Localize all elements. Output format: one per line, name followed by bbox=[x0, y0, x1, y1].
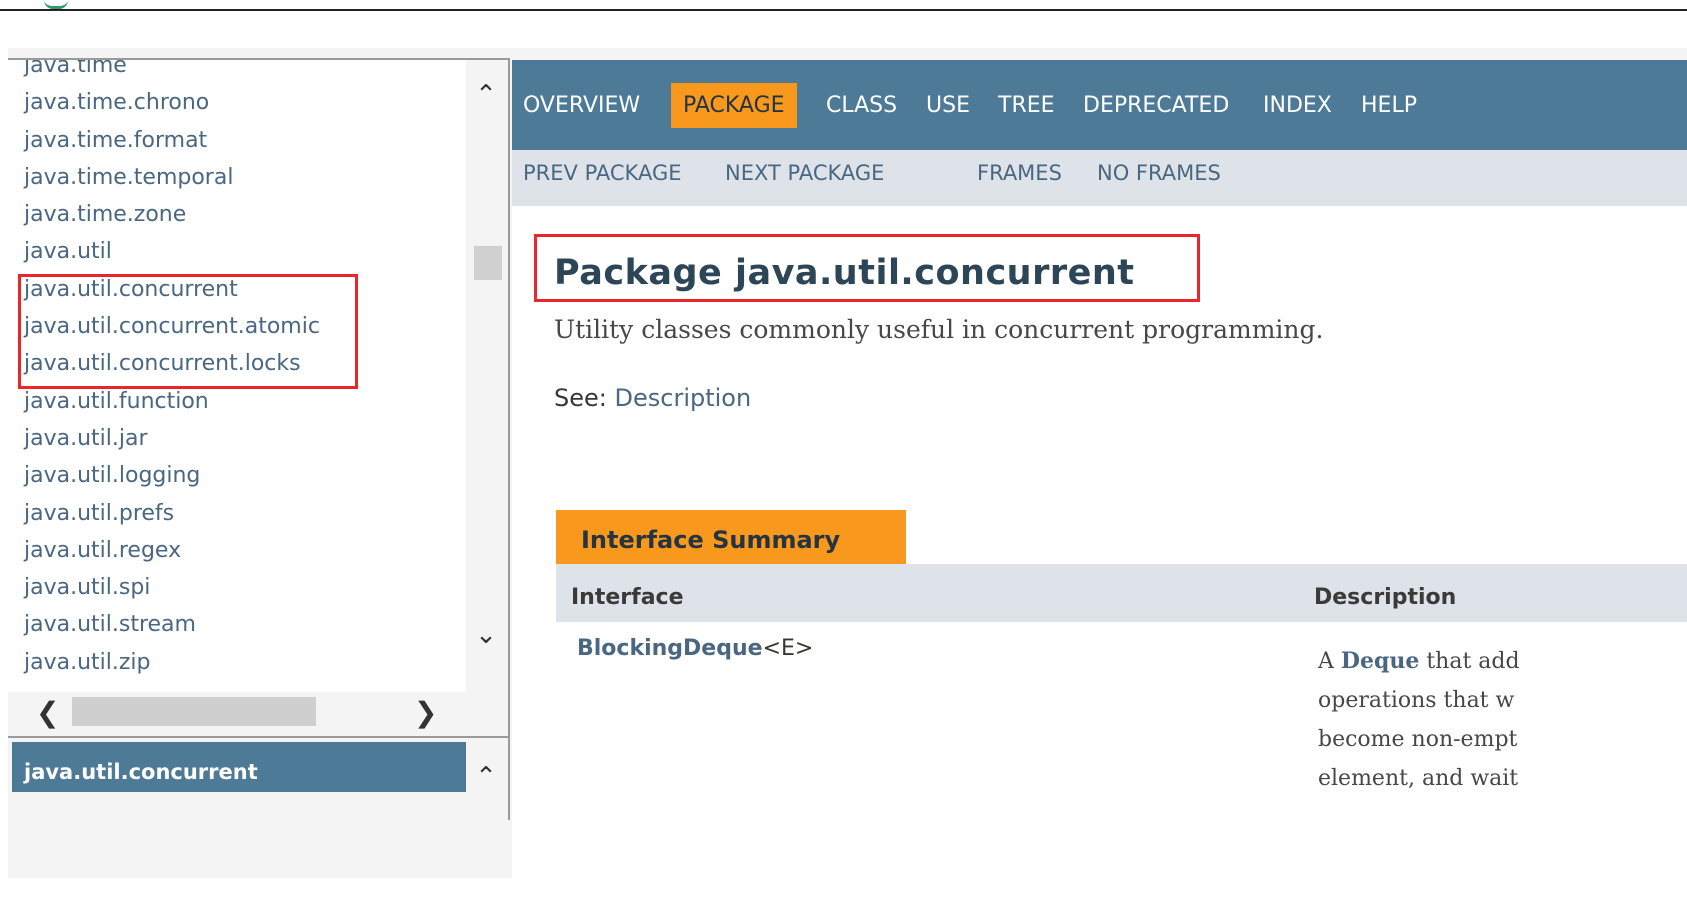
sub-navbar: PREV PACKAGE NEXT PACKAGE FRAMES NO FRAM… bbox=[512, 150, 1687, 206]
horizontal-scroll-thumb[interactable] bbox=[72, 697, 316, 726]
package-list-item[interactable]: java.time.format bbox=[24, 122, 320, 159]
next-package-link[interactable]: NEXT PACKAGE bbox=[725, 150, 884, 206]
interface-cell: BlockingDeque<E> bbox=[577, 636, 813, 661]
nav-overview[interactable]: OVERVIEW bbox=[523, 83, 640, 128]
concurrent-packages-highlight bbox=[18, 274, 358, 389]
package-list-item[interactable]: java.time bbox=[24, 60, 320, 84]
nav-index[interactable]: INDEX bbox=[1263, 83, 1332, 128]
package-list-item[interactable]: java.time.temporal bbox=[24, 159, 320, 196]
package-list-item[interactable]: java.util.regex bbox=[24, 532, 320, 569]
package-list-item[interactable]: java.util.zip bbox=[24, 644, 320, 681]
top-navbar: OVERVIEW PACKAGE CLASS USE TREE DEPRECAT… bbox=[512, 60, 1687, 150]
frames-link[interactable]: FRAMES bbox=[977, 150, 1062, 206]
package-list-viewport[interactable]: java.time java.time.chrono java.time.forma… bbox=[8, 60, 466, 692]
vertical-scrollbar[interactable]: ⌃ ⌄ bbox=[466, 60, 506, 692]
content-frame: OVERVIEW PACKAGE CLASS USE TREE DEPRECAT… bbox=[512, 60, 1687, 878]
javadoc-window: java.time java.time.chrono java.time.forma… bbox=[8, 48, 1687, 878]
package-list-item[interactable]: java.util.stream bbox=[24, 606, 320, 643]
chevron-down-icon[interactable]: ⌄ bbox=[466, 620, 506, 650]
nav-package[interactable]: PACKAGE bbox=[671, 83, 797, 128]
nav-tree[interactable]: TREE bbox=[998, 83, 1055, 128]
prev-package-link[interactable]: PREV PACKAGE bbox=[523, 150, 681, 206]
nav-help[interactable]: HELP bbox=[1361, 83, 1417, 128]
chevron-right-icon[interactable]: ❯ bbox=[414, 696, 437, 729]
chevron-left-icon[interactable]: ❮ bbox=[36, 696, 59, 729]
blockingdeque-link[interactable]: BlockingDeque bbox=[577, 636, 763, 661]
nav-class[interactable]: CLASS bbox=[826, 83, 897, 128]
package-list-item[interactable]: java.util bbox=[24, 233, 320, 270]
description-line: A Deque that add bbox=[1318, 648, 1520, 674]
package-list-item[interactable]: java.util.prefs bbox=[24, 495, 320, 532]
deque-link[interactable]: Deque bbox=[1341, 648, 1419, 674]
interface-summary-tab: Interface Summary bbox=[556, 510, 906, 564]
current-package-header[interactable]: java.util.concurrent bbox=[12, 742, 466, 792]
description-link[interactable]: Description bbox=[615, 384, 752, 412]
vertical-scroll-thumb[interactable] bbox=[474, 246, 502, 280]
package-list-item[interactable]: java.time.zone bbox=[24, 196, 320, 233]
table-row: BlockingDeque<E> A Deque that add operati… bbox=[556, 622, 1687, 862]
package-list-frame: java.time java.time.chrono java.time.forma… bbox=[8, 58, 510, 820]
nav-use[interactable]: USE bbox=[926, 83, 970, 128]
description-cell: A Deque that add operations that w become … bbox=[1318, 642, 1520, 798]
see-label: See: bbox=[554, 384, 607, 412]
table-header: Interface Description bbox=[556, 564, 1687, 622]
horizontal-scrollbar[interactable]: ❮ ❯ bbox=[8, 692, 466, 736]
type-parameter: <E> bbox=[762, 636, 814, 661]
interface-summary-table: Interface Description BlockingDeque<E> A… bbox=[556, 564, 1687, 862]
top-divider bbox=[0, 0, 1687, 11]
package-list-item[interactable]: java.util.spi bbox=[24, 569, 320, 606]
description-line: become non-empt bbox=[1318, 727, 1518, 752]
package-list-item[interactable]: java.util.jar bbox=[24, 420, 320, 457]
no-frames-link[interactable]: NO FRAMES bbox=[1097, 150, 1221, 206]
package-list-item[interactable]: java.time.chrono bbox=[24, 84, 320, 121]
package-list-item[interactable]: java.util.logging bbox=[24, 457, 320, 494]
chevron-up-icon[interactable]: ⌃ bbox=[466, 762, 506, 792]
description-line: element, and wait bbox=[1318, 766, 1519, 791]
description-line: operations that w bbox=[1318, 688, 1515, 713]
chevron-up-icon[interactable]: ⌃ bbox=[466, 80, 506, 110]
package-classes-frame: java.util.concurrent ⌃ bbox=[8, 736, 508, 820]
package-description: Utility classes commonly useful in concu… bbox=[554, 315, 1324, 344]
see-line: See: Description bbox=[554, 384, 751, 412]
page-title: Package java.util.concurrent bbox=[554, 253, 1135, 293]
nav-deprecated[interactable]: DEPRECATED bbox=[1083, 83, 1229, 128]
